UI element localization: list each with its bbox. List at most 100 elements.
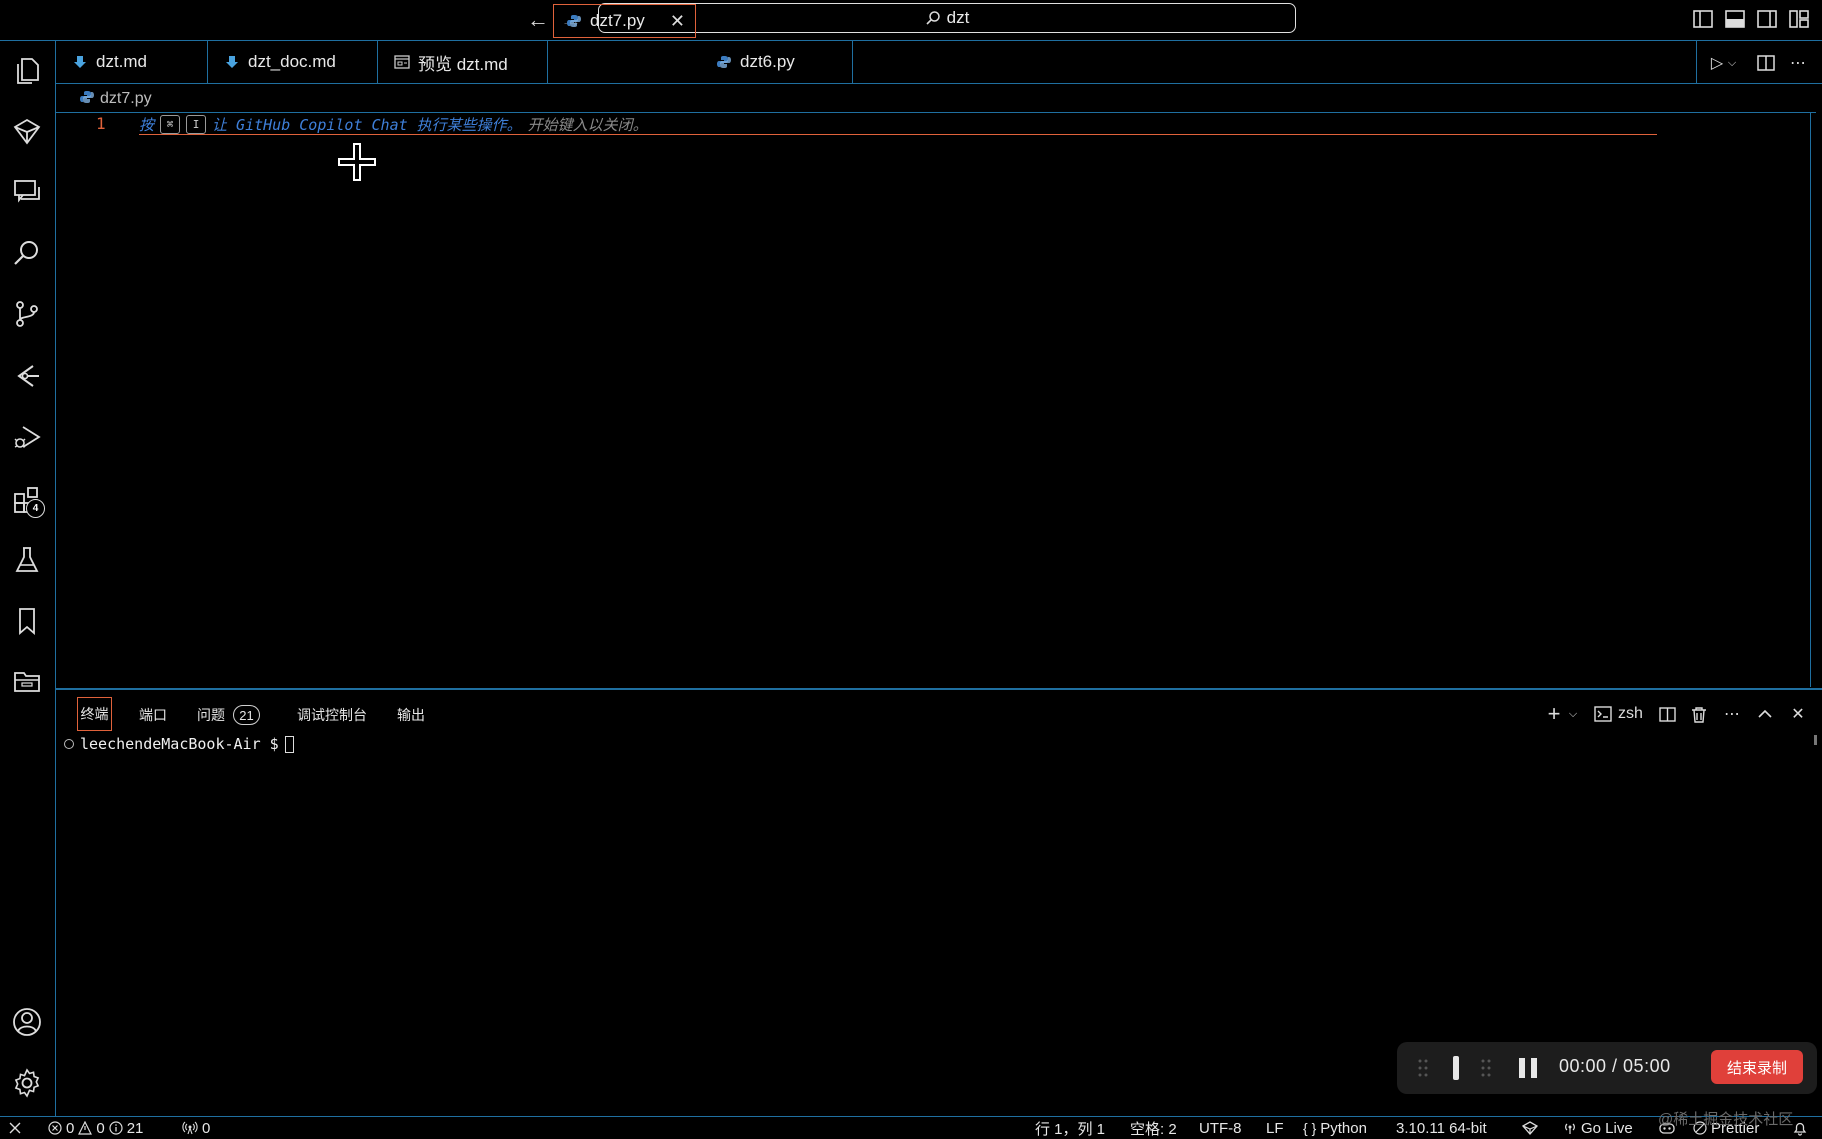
tab-label: dzt_doc.md <box>248 52 336 71</box>
chat-icon[interactable] <box>6 170 48 212</box>
folders-icon[interactable] <box>6 660 48 702</box>
close-icon[interactable]: ✕ <box>1788 702 1808 726</box>
language-label: Python <box>1320 1119 1367 1137</box>
maximize-panel-icon[interactable] <box>1755 702 1775 726</box>
drag-handle-icon[interactable] <box>1417 1057 1429 1079</box>
notifications-bell-icon[interactable] <box>1792 1118 1808 1138</box>
close-icon[interactable]: ✕ <box>670 11 685 32</box>
breadcrumb-file: dzt7.py <box>100 90 152 107</box>
terminal-shell-selector[interactable]: zsh <box>1594 702 1643 726</box>
tab-dzt-md[interactable]: dzt.md <box>56 41 208 83</box>
indentation-status[interactable]: 空格: 2 <box>1130 1118 1177 1138</box>
chevron-down-icon[interactable]: ⌵ <box>1724 50 1740 76</box>
split-terminal-icon[interactable] <box>1656 702 1678 726</box>
copilot-icon[interactable] <box>6 110 48 152</box>
panel-tab-debug-console[interactable]: 调试控制台 <box>297 700 367 730</box>
screen-recorder-widget: 00:00 / 05:00 结束录制 <box>1397 1042 1817 1094</box>
info-count: 21 <box>126 1119 144 1137</box>
hint-press: 按 <box>139 115 155 134</box>
terminal-icon <box>1594 706 1612 722</box>
command-center-text: dzt <box>946 8 970 27</box>
language-mode[interactable]: { } Python <box>1303 1118 1367 1138</box>
tab-label: dzt.md <box>96 52 148 71</box>
kbd-i: I <box>186 114 207 134</box>
tab-label: 预览 dzt.md <box>418 54 508 74</box>
problems-status[interactable]: 0 0 21 <box>48 1118 143 1138</box>
info-icon <box>109 1121 123 1135</box>
panel-tab-terminal[interactable]: 终端 <box>77 697 112 731</box>
breadcrumb[interactable]: dzt7.py <box>80 88 152 110</box>
kbd-command: ⌘ <box>160 114 181 134</box>
cursor-position[interactable]: 行 1，列 1 <box>1035 1118 1105 1138</box>
tab-preview-dzt-md[interactable]: 预览 dzt.md <box>378 41 548 83</box>
tab-dzt7-py[interactable]: dzt7.py ✕ <box>553 4 696 38</box>
markdown-icon <box>224 54 240 70</box>
split-editor-icon[interactable] <box>1753 50 1779 76</box>
broadcast-icon <box>182 1121 198 1135</box>
python-icon <box>566 13 582 29</box>
panel-tab-ports[interactable]: 端口 <box>139 700 167 730</box>
settings-gear-icon[interactable] <box>6 1062 48 1104</box>
testing-icon[interactable] <box>6 539 48 581</box>
warning-count: 0 <box>96 1119 105 1137</box>
tab-dzt6-py[interactable]: dzt6.py <box>700 41 853 83</box>
broadcast-icon <box>1565 1123 1575 1134</box>
copilot-hint-line[interactable]: 按 ⌘ I 让 GitHub Copilot Chat 执行某些操作。 开始键入… <box>139 114 1657 135</box>
go-live-label: Go Live <box>1581 1119 1633 1137</box>
panel-tab-problems[interactable]: 问题 21 <box>197 700 260 730</box>
terminal-prompt: leechendeMacBook-Air $ <box>80 735 279 753</box>
toggle-panel-icon[interactable] <box>1724 8 1746 30</box>
chevron-down-icon[interactable]: ⌵ <box>1566 702 1580 726</box>
go-live-button[interactable]: Go Live <box>1563 1118 1633 1138</box>
warning-icon <box>78 1121 93 1135</box>
command-center-search[interactable]: dzt <box>598 3 1296 33</box>
preview-icon <box>394 54 410 70</box>
more-actions-icon[interactable]: ⋯ <box>1721 702 1743 726</box>
tab-dzt-doc-md[interactable]: dzt_doc.md <box>208 41 378 83</box>
braces-icon: { } <box>1303 1120 1317 1136</box>
editor-scrollbar-track[interactable] <box>1810 112 1811 687</box>
pause-icon[interactable] <box>1517 1056 1539 1080</box>
encoding-status[interactable]: UTF-8 <box>1199 1118 1242 1138</box>
panel-tab-output[interactable]: 输出 <box>397 700 425 730</box>
recording-indicator-bar <box>1453 1056 1459 1080</box>
hint-dismiss: 开始键入以关闭。 <box>527 115 648 134</box>
ports-status[interactable]: 0 <box>182 1118 210 1138</box>
stop-recording-button[interactable]: 结束录制 <box>1711 1050 1803 1084</box>
panel-top-border <box>56 688 1822 690</box>
terminal-scrollbar[interactable] <box>1814 735 1817 745</box>
copilot-status-icon[interactable] <box>1521 1118 1539 1138</box>
gitlens-icon[interactable] <box>6 355 48 397</box>
shell-name: zsh <box>1618 705 1643 722</box>
search-icon <box>926 11 940 25</box>
drag-handle-icon[interactable] <box>1480 1057 1492 1079</box>
arrow-left-icon[interactable]: ← <box>524 6 552 34</box>
terminal-cursor <box>284 735 294 753</box>
python-icon <box>716 54 732 70</box>
remote-indicator-icon[interactable] <box>8 1118 22 1138</box>
run-debug-icon[interactable] <box>6 416 48 458</box>
tab-actions-divider <box>1696 41 1697 83</box>
extensions-badge: 4 <box>26 499 45 518</box>
problems-label: 问题 <box>197 707 225 723</box>
search-icon[interactable] <box>6 232 48 274</box>
python-interpreter[interactable]: 3.10.11 64-bit <box>1396 1118 1487 1138</box>
account-icon[interactable] <box>6 1001 48 1043</box>
status-bar <box>0 1116 1822 1138</box>
new-terminal-icon[interactable]: + <box>1543 701 1565 726</box>
terminal-prompt-line[interactable]: leechendeMacBook-Air $ <box>64 735 294 753</box>
error-icon <box>48 1121 62 1135</box>
ports-count: 0 <box>202 1119 211 1137</box>
more-actions-icon[interactable]: ⋯ <box>1785 50 1811 76</box>
toggle-primary-sidebar-icon[interactable] <box>1692 8 1714 30</box>
bookmarks-icon[interactable] <box>6 600 48 642</box>
toggle-secondary-sidebar-icon[interactable] <box>1756 8 1778 30</box>
customize-layout-icon[interactable] <box>1788 8 1810 30</box>
line-number: 1 <box>96 114 106 133</box>
source-control-icon[interactable] <box>6 293 48 335</box>
trash-icon[interactable] <box>1688 702 1710 726</box>
eol-status[interactable]: LF <box>1266 1118 1284 1138</box>
command-decoration-icon <box>64 739 74 749</box>
watermark: @稀土掘金技术社区 <box>1658 1111 1794 1128</box>
explorer-icon[interactable] <box>6 50 48 92</box>
